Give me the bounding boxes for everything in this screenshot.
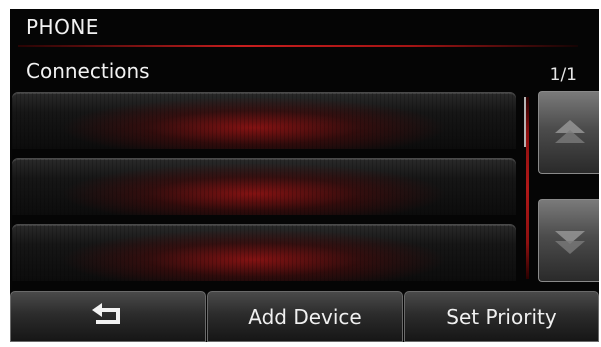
device-list-slot-3[interactable] [12,224,516,281]
add-device-button[interactable]: Add Device [207,291,403,342]
scrollbar-track[interactable] [526,97,529,279]
add-device-label: Add Device [248,304,362,329]
scrollbar-thumb[interactable] [524,97,526,147]
scroll-down-button[interactable] [538,199,599,282]
header-divider [18,45,578,47]
return-arrow-icon [88,302,128,331]
back-button[interactable] [10,291,206,342]
device-list-slot-1[interactable] [12,92,516,149]
set-priority-label: Set Priority [446,304,557,329]
device-list-slot-2[interactable] [12,158,516,215]
scroll-up-button[interactable] [538,91,599,174]
phone-connections-screen: PHONE Connections 1/1 Add Device Set Pri… [10,9,599,342]
page-title: PHONE [26,15,99,39]
bottom-action-bar: Add Device Set Priority [10,291,599,342]
section-title: Connections [26,59,150,83]
set-priority-button[interactable]: Set Priority [404,291,599,342]
page-indicator: 1/1 [549,65,577,85]
